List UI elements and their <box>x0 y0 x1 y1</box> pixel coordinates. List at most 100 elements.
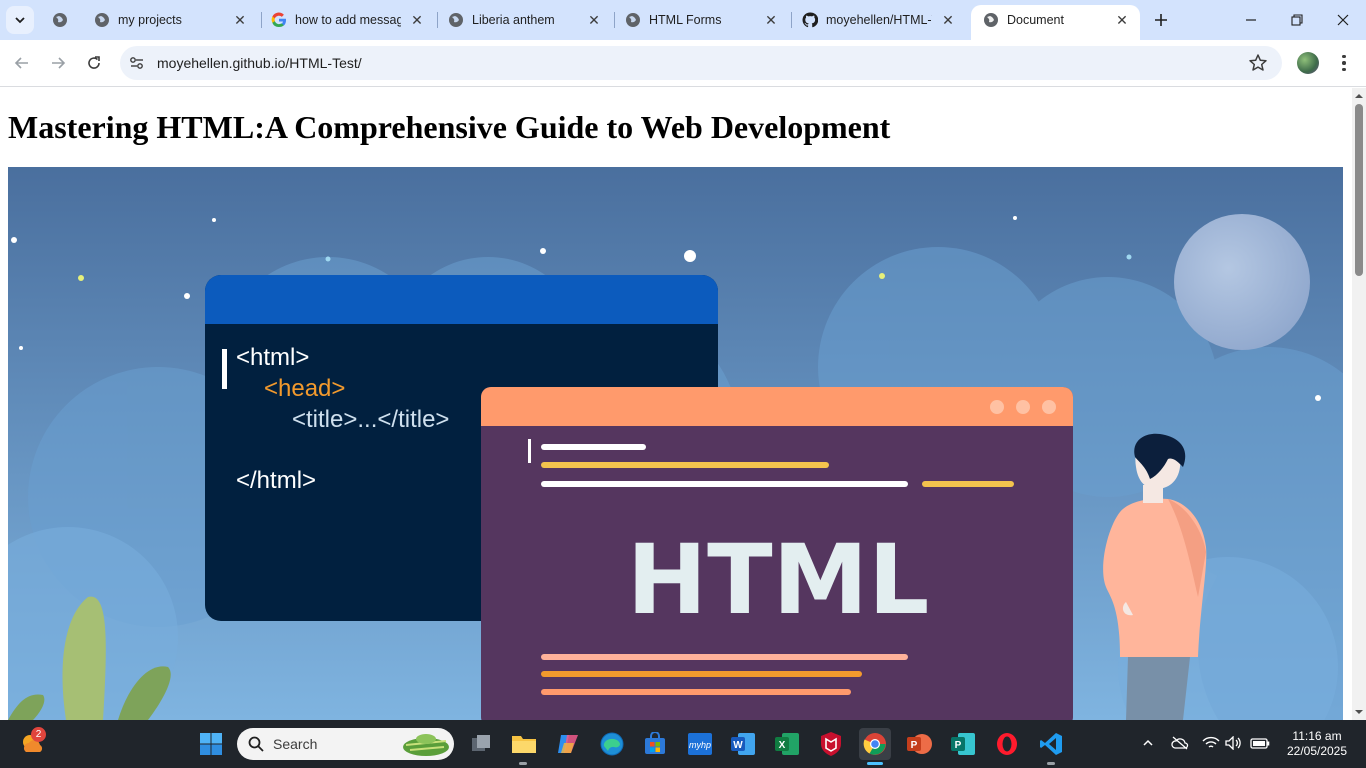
code-line: <title>...</title> <box>292 406 449 433</box>
speaker-icon <box>1225 736 1241 750</box>
chevron-down-icon <box>15 17 25 24</box>
back-button[interactable] <box>7 48 37 78</box>
close-icon[interactable]: ✕ <box>232 12 248 28</box>
onedrive-status[interactable] <box>1170 732 1190 754</box>
reload-button[interactable] <box>79 48 109 78</box>
volume-control[interactable] <box>1224 732 1244 754</box>
powerpoint-icon: P <box>907 734 932 754</box>
taskbar-copilot[interactable] <box>552 728 584 760</box>
tab-my-projects[interactable]: my projects ✕ <box>82 5 258 35</box>
tab-label: Liberia anthem <box>472 13 555 27</box>
restore-button[interactable] <box>1274 0 1320 40</box>
network-status[interactable] <box>1201 732 1221 754</box>
arrow-left-icon <box>14 57 28 69</box>
close-icon[interactable]: ✕ <box>1114 12 1130 28</box>
opera-icon <box>997 733 1017 755</box>
tab-label: Document <box>1007 13 1064 27</box>
taskbar-mcafee[interactable] <box>815 728 847 760</box>
globe-icon <box>95 13 109 27</box>
taskbar-clock[interactable]: 11:16 am 22/05/2025 <box>1283 729 1351 759</box>
browser-menu-button[interactable] <box>1334 49 1354 77</box>
url-text[interactable]: moyehellen.github.io/HTML-Test/ <box>157 55 362 71</box>
word-icon: W <box>731 733 755 755</box>
tab-label: how to add messag <box>295 13 401 27</box>
tab-document-active[interactable]: Document ✕ <box>971 5 1140 40</box>
close-icon[interactable]: ✕ <box>763 12 779 28</box>
minimize-button[interactable] <box>1228 0 1274 40</box>
cloud-offline-icon <box>1171 736 1189 750</box>
taskbar-chrome-active[interactable] <box>859 728 891 760</box>
close-icon[interactable]: ✕ <box>940 12 956 28</box>
svg-text:P: P <box>955 740 962 751</box>
taskbar-opera[interactable] <box>991 728 1023 760</box>
tab-google-search[interactable]: how to add messag ✕ <box>259 5 435 35</box>
minimize-icon <box>1246 19 1256 21</box>
tab-pinned[interactable] <box>44 5 80 35</box>
globe-icon <box>626 13 640 27</box>
scroll-down-arrow-icon[interactable] <box>1354 707 1364 717</box>
forward-button[interactable] <box>43 48 73 78</box>
tab-github-repo[interactable]: moyehellen/HTML-T ✕ <box>790 5 966 35</box>
taskbar-powerpoint[interactable]: P <box>903 728 935 760</box>
tab-liberia-anthem[interactable]: Liberia anthem ✕ <box>436 5 612 35</box>
taskbar-excel[interactable]: X <box>771 728 803 760</box>
plus-icon <box>1155 14 1167 26</box>
start-button[interactable] <box>195 728 227 760</box>
clock-time: 11:16 am <box>1292 729 1342 743</box>
taskbar-edge[interactable] <box>596 728 628 760</box>
site-settings-icon[interactable] <box>128 54 146 72</box>
tab-label: moyehellen/HTML-T <box>826 13 932 27</box>
windows-logo-icon <box>200 733 222 755</box>
google-icon <box>271 12 286 28</box>
restore-icon <box>1291 14 1303 26</box>
taskbar-publisher[interactable]: P <box>947 728 979 760</box>
close-icon[interactable]: ✕ <box>409 12 425 28</box>
svg-text:myhp: myhp <box>689 740 711 750</box>
excel-icon: X <box>775 733 799 755</box>
running-indicator <box>1047 762 1055 765</box>
profile-avatar[interactable] <box>1297 52 1319 74</box>
running-indicator <box>519 762 527 765</box>
globe-icon <box>984 13 998 27</box>
html-window: HTML <box>481 387 1073 720</box>
taskbar-word[interactable]: W <box>727 728 759 760</box>
close-icon[interactable]: ✕ <box>586 12 602 28</box>
github-icon <box>802 12 818 28</box>
taskbar-search[interactable]: Search <box>237 728 454 760</box>
tab-search-button[interactable] <box>6 6 34 34</box>
vscode-icon <box>1040 733 1062 755</box>
notification-badge: 2 <box>31 727 46 742</box>
address-bar[interactable]: moyehellen.github.io/HTML-Test/ <box>120 46 1282 80</box>
bookmark-star-icon[interactable] <box>1248 53 1268 73</box>
page-viewport: Mastering HTML:A Comprehensive Guide to … <box>0 88 1352 720</box>
folder-icon <box>512 736 536 753</box>
close-icon <box>1337 14 1349 26</box>
moon <box>1174 214 1310 350</box>
globe-icon <box>449 13 463 27</box>
myhp-icon: myhp <box>688 733 712 755</box>
scrollbar-thumb[interactable] <box>1355 104 1363 276</box>
clock-date: 22/05/2025 <box>1286 744 1348 758</box>
tab-html-forms[interactable]: HTML Forms ✕ <box>613 5 789 35</box>
reload-icon <box>88 56 100 69</box>
close-window-button[interactable] <box>1320 0 1366 40</box>
svg-text:X: X <box>779 740 786 751</box>
code-line: <html> <box>236 344 309 371</box>
battery-status[interactable] <box>1250 732 1270 754</box>
mcafee-shield-icon <box>821 732 841 756</box>
battery-icon <box>1250 738 1270 749</box>
taskbar-vscode[interactable] <box>1035 728 1067 760</box>
scroll-up-arrow-icon[interactable] <box>1354 91 1364 101</box>
task-view-button[interactable] <box>465 728 497 760</box>
windows-taskbar: Search myhp W X P P <box>0 720 1366 768</box>
new-tab-button[interactable] <box>1148 6 1174 34</box>
taskbar-file-explorer[interactable] <box>508 728 540 760</box>
chevron-up-icon <box>1143 739 1153 746</box>
show-hidden-icons[interactable] <box>1138 732 1158 754</box>
vertical-scrollbar[interactable] <box>1352 88 1366 720</box>
taskbar-store[interactable] <box>639 728 671 760</box>
globe-icon <box>53 13 67 27</box>
store-icon <box>645 732 665 754</box>
taskbar-myhp[interactable]: myhp <box>684 728 716 760</box>
search-icon <box>248 736 264 752</box>
